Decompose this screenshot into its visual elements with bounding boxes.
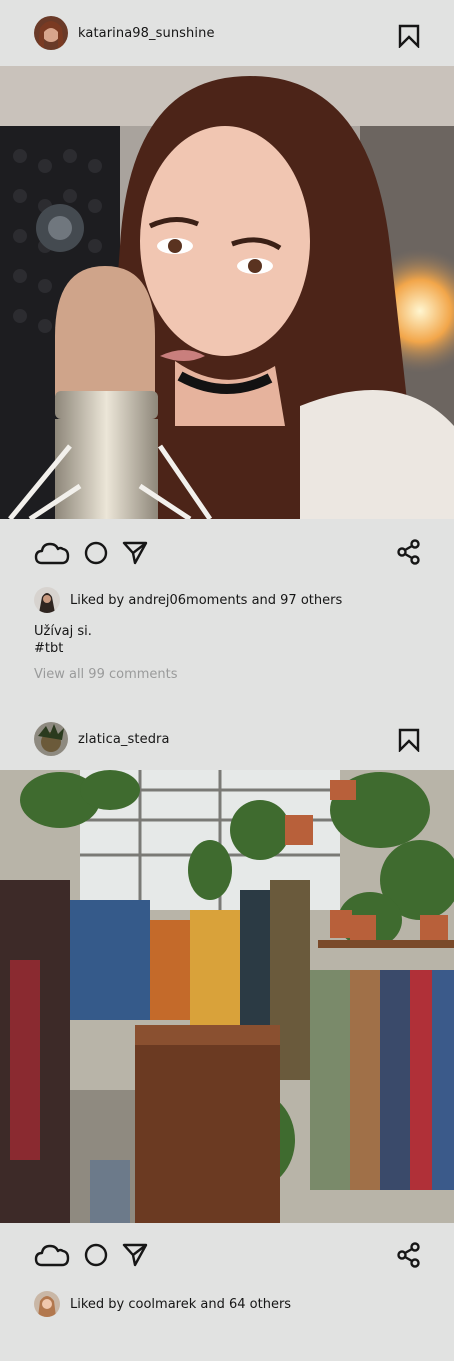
share-icon[interactable] xyxy=(396,539,422,569)
post-2: zlatica_stedra Liked by coolmarek and 64… xyxy=(0,708,454,1319)
post-header: zlatica_stedra xyxy=(0,708,454,770)
comment-icon[interactable] xyxy=(84,541,108,569)
send-icon[interactable] xyxy=(122,1243,148,1271)
post-actions xyxy=(0,519,454,585)
view-comments-link[interactable]: View all 99 comments xyxy=(0,667,454,682)
comment-icon[interactable] xyxy=(84,1243,108,1271)
post-photo[interactable] xyxy=(0,770,454,1223)
caption-hashtag[interactable]: #tbt xyxy=(34,640,454,657)
post-header: katarina98_sunshine xyxy=(0,0,454,66)
send-icon[interactable] xyxy=(122,541,148,569)
caption-line: Užívaj si. xyxy=(34,624,92,639)
liker-avatar[interactable] xyxy=(34,1291,60,1317)
author-username[interactable]: katarina98_sunshine xyxy=(78,26,215,41)
post-caption: Užívaj si. #tbt xyxy=(0,623,454,657)
post-photo[interactable] xyxy=(0,66,454,519)
likes-row: Liked by coolmarek and 64 others xyxy=(0,1289,454,1319)
like-icon[interactable] xyxy=(34,1243,70,1271)
author-avatar[interactable] xyxy=(34,16,68,50)
post-1: katarina98_sunshine Liked by andrej06mom… xyxy=(0,0,454,682)
author-username[interactable]: zlatica_stedra xyxy=(78,732,170,747)
liker-avatar[interactable] xyxy=(34,587,60,613)
like-icon[interactable] xyxy=(34,541,70,569)
likes-text[interactable]: Liked by coolmarek and 64 others xyxy=(70,1297,291,1312)
likes-row: Liked by andrej06moments and 97 others xyxy=(0,585,454,615)
bookmark-icon[interactable] xyxy=(398,24,420,49)
author-avatar[interactable] xyxy=(34,722,68,756)
feed: katarina98_sunshine Liked by andrej06mom… xyxy=(0,0,454,1361)
bookmark-icon[interactable] xyxy=(398,728,420,753)
likes-text[interactable]: Liked by andrej06moments and 97 others xyxy=(70,593,342,608)
post-actions xyxy=(0,1223,454,1289)
share-icon[interactable] xyxy=(396,1242,422,1272)
